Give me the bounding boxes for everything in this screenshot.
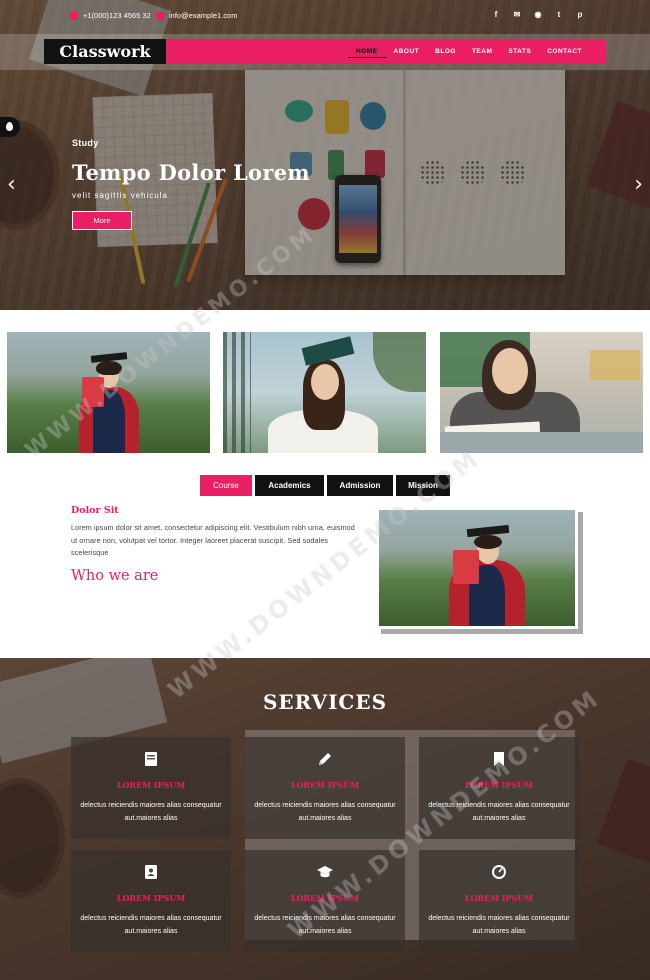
- about-heading: Dolor Sit: [71, 505, 119, 516]
- droplet-icon[interactable]: [0, 117, 20, 137]
- nav-link-blog[interactable]: BLOG: [427, 39, 464, 64]
- nav-link-stats[interactable]: STATS: [500, 39, 539, 64]
- service-card[interactable]: LOREM IPSUM delectus reiciendis maiores …: [419, 850, 579, 952]
- phone-icon: [70, 11, 78, 20]
- hero-caption: Study Tempo Dolor Lorem velit sagittis v…: [72, 138, 310, 230]
- nav-link-about[interactable]: ABOUT: [386, 39, 428, 64]
- tab-admission[interactable]: Admission: [327, 475, 393, 496]
- email-address[interactable]: info@example1.com: [169, 11, 237, 20]
- service-card-title: LOREM IPSUM: [116, 893, 186, 903]
- nav-links: HOME ABOUT BLOG TEAM STATS CONTACT: [348, 39, 590, 64]
- student-reading-photo: [440, 332, 643, 453]
- hero-subtitle: velit sagittis vehicula: [72, 191, 168, 200]
- hero-kicker: Study: [72, 138, 99, 148]
- tab-bar: Course Academics Admission Mission: [200, 475, 450, 496]
- facebook-icon[interactable]: f: [492, 10, 500, 19]
- service-card[interactable]: LOREM IPSUM delectus reiciendis maiores …: [245, 850, 405, 952]
- service-card-title: LOREM IPSUM: [116, 780, 186, 790]
- service-card-desc: delectus reiciendis maiores alias conseq…: [254, 915, 396, 935]
- service-card-desc: delectus reiciendis maiores alias conseq…: [80, 915, 222, 935]
- site-logo[interactable]: Classwork: [44, 39, 166, 64]
- service-card-title: LOREM IPSUM: [290, 780, 360, 790]
- who-we-are-heading: Who we are: [71, 567, 159, 584]
- service-card[interactable]: LOREM IPSUM delectus reiciendis maiores …: [419, 737, 579, 839]
- tab-mission[interactable]: Mission: [396, 475, 450, 496]
- mail-icon[interactable]: ✉: [513, 10, 521, 19]
- email-contact[interactable]: info@example1.com: [156, 11, 237, 20]
- dashboard-icon: [492, 865, 506, 879]
- service-card-title: LOREM IPSUM: [290, 893, 360, 903]
- hero-title: Tempo Dolor Lorem: [72, 160, 310, 185]
- about-section: Dolor Sit Lorem ipsum dolor sit amet, co…: [71, 505, 361, 584]
- graduation-cap-icon: [317, 866, 333, 878]
- service-card-desc: delectus reiciendis maiores alias conseq…: [428, 915, 570, 935]
- graduate-photo-2: [223, 332, 426, 453]
- service-card-title: LOREM IPSUM: [464, 780, 534, 790]
- about-paragraph: Lorem ipsum dolor sit amet, consectetur …: [71, 523, 355, 557]
- phone-contact: +1(000)123 4565 32: [70, 11, 151, 20]
- main-navbar: Classwork HOME ABOUT BLOG TEAM STATS CON…: [44, 39, 606, 64]
- twitter-icon[interactable]: t: [555, 10, 563, 19]
- graduate-photo-1: [7, 332, 210, 453]
- service-card[interactable]: LOREM IPSUM delectus reiciendis maiores …: [245, 737, 405, 839]
- envelope-icon: [156, 11, 164, 20]
- slider-prev-arrow-icon[interactable]: ‹: [7, 172, 16, 197]
- pinterest-icon[interactable]: p: [576, 10, 584, 19]
- nav-link-home[interactable]: HOME: [348, 39, 386, 64]
- rss-icon[interactable]: ◉: [534, 10, 542, 19]
- tab-course[interactable]: Course: [200, 475, 252, 496]
- address-book-icon: [145, 865, 157, 879]
- about-graduate-image: [376, 507, 578, 629]
- service-card[interactable]: LOREM IPSUM delectus reiciendis maiores …: [71, 737, 231, 839]
- services-title: SERVICES: [262, 690, 388, 714]
- book-icon: [145, 752, 157, 766]
- tab-academics[interactable]: Academics: [255, 475, 324, 496]
- service-card[interactable]: LOREM IPSUM delectus reiciendis maiores …: [71, 850, 231, 952]
- phone-number: +1(000)123 4565 32: [83, 11, 151, 20]
- service-card-desc: delectus reiciendis maiores alias conseq…: [428, 802, 570, 822]
- social-links: f ✉ ◉ t p: [492, 10, 584, 19]
- pencil-icon: [319, 753, 331, 765]
- slider-next-arrow-icon[interactable]: ›: [634, 172, 643, 197]
- nav-link-contact[interactable]: CONTACT: [539, 39, 590, 64]
- bookmark-icon: [494, 752, 504, 766]
- service-card-desc: delectus reiciendis maiores alias conseq…: [254, 802, 396, 822]
- service-card-desc: delectus reiciendis maiores alias conseq…: [80, 802, 222, 822]
- more-button[interactable]: More: [72, 211, 132, 230]
- service-card-title: LOREM IPSUM: [464, 893, 534, 903]
- nav-link-team[interactable]: TEAM: [464, 39, 500, 64]
- top-contact-bar: +1(000)123 4565 32 info@example1.com f ✉…: [0, 0, 650, 34]
- nav-wrapper: Classwork HOME ABOUT BLOG TEAM STATS CON…: [0, 34, 650, 70]
